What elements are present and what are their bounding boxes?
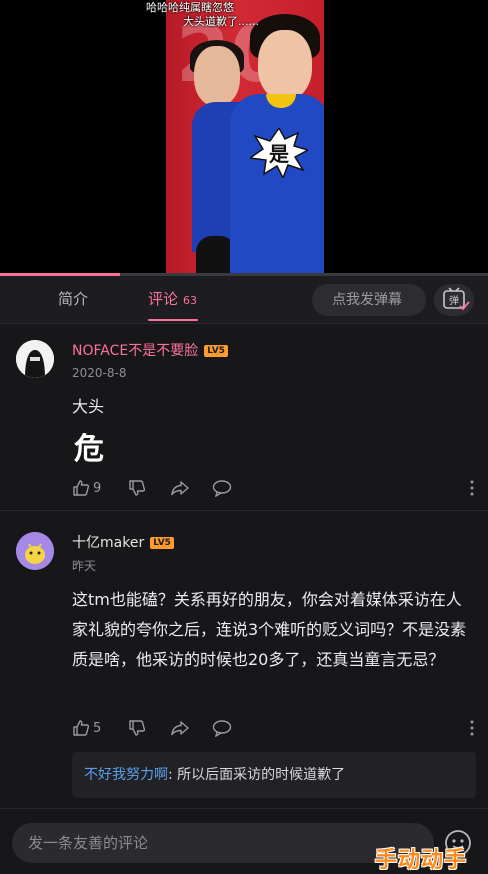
reply-button[interactable]: [212, 718, 232, 738]
more-vertical-icon: [470, 480, 474, 496]
share-button[interactable]: [170, 478, 190, 498]
video-person-head: [258, 30, 312, 100]
tab-comments-label: 评论: [148, 290, 179, 308]
dislike-button[interactable]: [128, 478, 146, 498]
thumbs-down-icon: [129, 480, 146, 496]
tab-intro[interactable]: 简介: [58, 288, 88, 309]
comment-text: 大头: [72, 397, 105, 416]
danmaku-toggle-text: 弹: [449, 294, 459, 307]
tab-bar: 简介 评论 63 点我发弹幕 弹: [0, 276, 488, 324]
comment-actions: 9: [72, 478, 476, 498]
like-button[interactable]: 5: [72, 718, 101, 738]
avatar-image: [16, 340, 54, 378]
thumbs-down-icon: [129, 720, 146, 736]
comment-date: 2020-8-8: [72, 366, 127, 380]
video-person-head: [194, 46, 240, 106]
avatar[interactable]: [16, 532, 54, 570]
reply-text: : 所以后面采访的时候道歉了: [168, 767, 346, 783]
comment-username[interactable]: NOFACE不是不要脸 LV5: [72, 340, 228, 360]
share-icon: [171, 481, 189, 496]
comment-username[interactable]: 十亿maker LV5: [72, 532, 174, 552]
dislike-button[interactable]: [128, 718, 146, 738]
share-icon: [171, 721, 189, 736]
level-badge: LV5: [204, 345, 228, 357]
comment-username-text: 十亿maker: [72, 535, 145, 551]
more-options-button[interactable]: [468, 478, 476, 498]
thumbs-up-icon: [73, 720, 90, 736]
chat-bubble-icon: [212, 720, 232, 737]
like-count: 5: [93, 720, 102, 736]
danmaku-input[interactable]: 点我发弹幕: [312, 284, 426, 316]
comment-divider: [0, 510, 488, 511]
comment-actions: 5: [72, 718, 476, 738]
video-player[interactable]: 20 是 哈哈哈纯属瞎忽悠 大头道歉了......: [0, 0, 488, 276]
burst-sticker: 是: [250, 128, 308, 178]
like-count: 9: [93, 480, 102, 496]
comments-count: 63: [183, 294, 198, 307]
comment-text: 这tm也能磕？关系再好的朋友，你会对着媒体采访在人家礼貌的夸你之后，连说3个难听…: [72, 590, 467, 669]
comment-sticker: 危: [74, 432, 104, 467]
chat-bubble-icon: [212, 480, 232, 497]
avatar[interactable]: [16, 340, 54, 378]
more-options-button[interactable]: [468, 718, 476, 738]
reply-button[interactable]: [212, 478, 232, 498]
reply-preview[interactable]: 不好我努力啊: 所以后面采访的时候道歉了: [72, 752, 476, 798]
reply-username[interactable]: 不好我努力啊: [84, 767, 168, 783]
danmaku-comment: 大头道歉了......: [183, 15, 259, 28]
thumbs-up-icon: [73, 480, 90, 496]
share-button[interactable]: [170, 718, 190, 738]
danmaku-toggle-button[interactable]: 弹: [434, 284, 474, 316]
video-person-jersey: [230, 94, 324, 276]
avatar-image: [16, 532, 54, 570]
video-frame: 20 是: [166, 0, 324, 276]
tab-comments[interactable]: 评论 63: [148, 288, 197, 309]
tab-active-indicator: [148, 319, 198, 321]
like-button[interactable]: 9: [72, 478, 101, 498]
watermark-logo: 手动动手游: [375, 848, 468, 873]
comment-input[interactable]: 发一条友善的评论: [12, 823, 434, 863]
comment-username-text: NOFACE不是不要脸: [72, 343, 199, 359]
more-vertical-icon: [470, 720, 474, 736]
comment-date: 昨天: [72, 559, 97, 573]
burst-sticker-text: 是: [268, 142, 289, 166]
level-badge: LV5: [150, 537, 174, 549]
danmaku-toggle-icon: 弹: [443, 287, 470, 311]
